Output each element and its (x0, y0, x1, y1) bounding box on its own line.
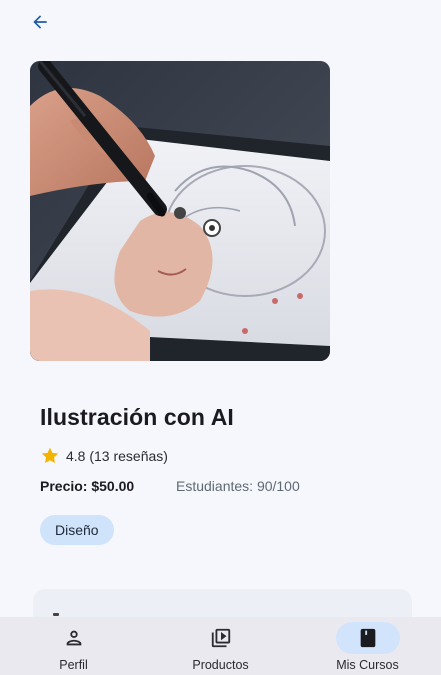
nav-label: Perfil (59, 658, 88, 672)
nav-item-perfil[interactable]: Perfil (0, 617, 147, 675)
category-chip[interactable]: Diseño (40, 515, 114, 545)
bottom-navigation: Perfil Productos Mis Cursos (0, 617, 441, 675)
back-button[interactable] (26, 8, 54, 36)
nav-label: Productos (192, 658, 249, 672)
rating-text: 4.8 (13 reseñas) (66, 448, 168, 464)
nav-item-productos[interactable]: Productos (147, 617, 294, 675)
price-row: Precio: $50.00 Estudiantes: 90/100 (40, 478, 400, 496)
star-icon (41, 447, 59, 464)
course-title: Ilustración con AI (40, 404, 234, 430)
course-image (30, 61, 330, 361)
price-text: Precio: $50.00 (40, 478, 135, 494)
arrow-back-icon (33, 15, 47, 29)
book-icon (360, 628, 375, 648)
nav-label: Mis Cursos (336, 658, 399, 672)
nav-icon-container (335, 622, 400, 654)
card-content-peek (53, 613, 59, 616)
nav-item-mis-cursos[interactable]: Mis Cursos (294, 617, 441, 675)
rating: 4.8 (13 reseñas) (40, 446, 168, 466)
nav-icon-container (189, 622, 253, 654)
video-library-icon (211, 628, 230, 648)
category-chip-label: Diseño (55, 522, 99, 538)
person-icon (66, 630, 81, 646)
nav-icon-container (42, 622, 106, 654)
students-text: Estudiantes: 90/100 (176, 478, 300, 494)
